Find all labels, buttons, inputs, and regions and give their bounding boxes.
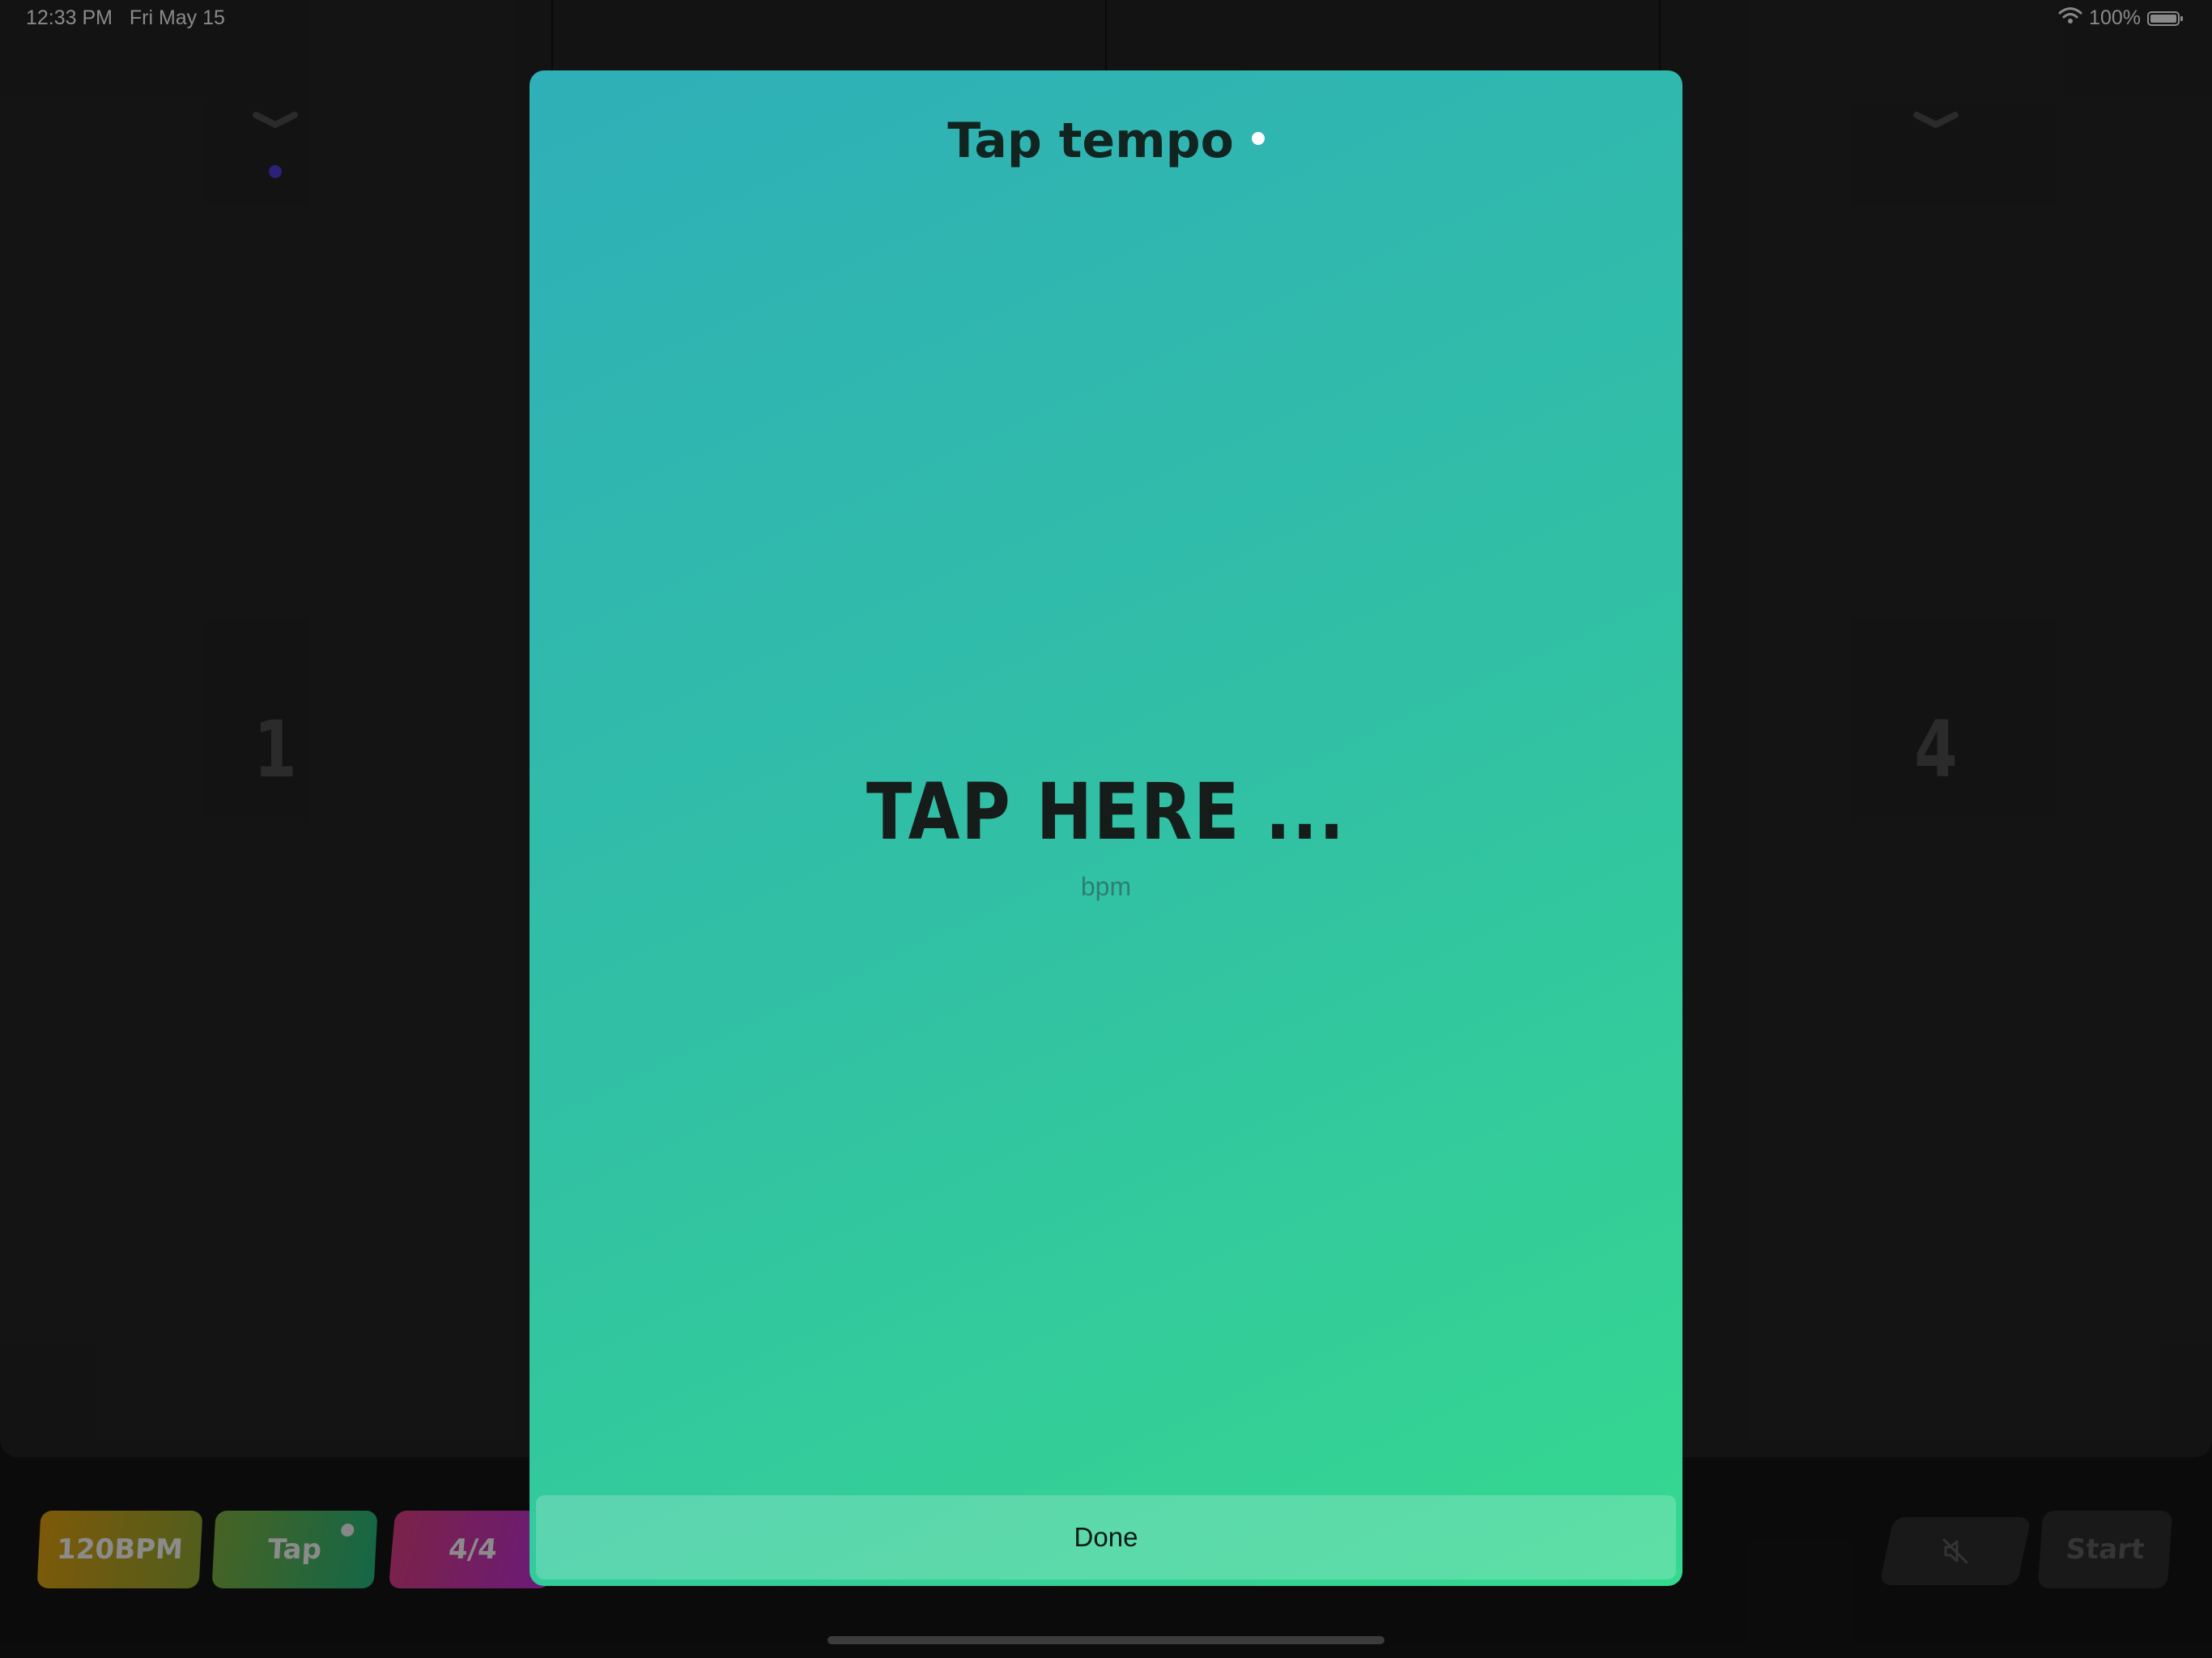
battery-icon (2147, 11, 2183, 26)
modal-title-text: Tap tempo (947, 113, 1234, 169)
status-bar: 12:33 PM Fri May 15 100% (0, 0, 2212, 39)
done-button[interactable]: Done (536, 1495, 1676, 1579)
title-indicator-dot (1251, 132, 1265, 146)
status-time: 12:33 PM (26, 6, 113, 29)
modal-title: Tap tempo (530, 113, 1682, 169)
bpm-unit-label: bpm (1080, 872, 1132, 901)
tap-prompt: TAP HERE ... (866, 767, 1346, 857)
wifi-icon (2058, 6, 2082, 30)
tap-tempo-modal: Tap tempo TAP HERE ... bpm Done (530, 70, 1682, 1586)
home-indicator[interactable] (827, 1636, 1385, 1644)
status-right: 100% (2058, 6, 2183, 30)
battery-percent: 100% (2089, 6, 2141, 29)
status-date: Fri May 15 (129, 6, 225, 29)
status-clock: 12:33 PM Fri May 15 (26, 6, 225, 30)
